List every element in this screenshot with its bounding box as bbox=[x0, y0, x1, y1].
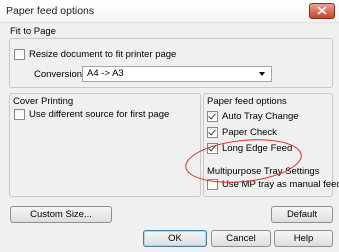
fit-to-page-label: Fit to Page bbox=[10, 26, 56, 37]
resize-document-check[interactable] bbox=[14, 49, 25, 60]
help-button[interactable]: Help bbox=[274, 230, 333, 247]
ok-button[interactable]: OK bbox=[143, 230, 207, 247]
paper-check-check[interactable] bbox=[207, 127, 218, 138]
conversion-label: Conversion: bbox=[34, 69, 85, 80]
auto-tray-change-checkbox[interactable]: Auto Tray Change bbox=[207, 111, 299, 122]
default-button[interactable]: Default bbox=[271, 206, 333, 223]
resize-document-label: Resize document to fit printer page bbox=[29, 49, 177, 60]
conversion-value: A4 -> A3 bbox=[87, 68, 124, 79]
different-source-label: Use different source for first page bbox=[29, 109, 170, 120]
custom-size-button[interactable]: Custom Size... bbox=[10, 206, 112, 223]
auto-tray-change-check[interactable] bbox=[207, 111, 218, 122]
different-source-check[interactable] bbox=[14, 109, 25, 120]
cancel-button[interactable]: Cancel bbox=[211, 230, 271, 247]
cover-printing-label: Cover Printing bbox=[13, 96, 74, 107]
title-bar: Paper feed options bbox=[0, 0, 339, 23]
close-icon bbox=[317, 6, 327, 15]
close-button[interactable] bbox=[309, 3, 335, 19]
paper-check-checkbox[interactable]: Paper Check bbox=[207, 127, 277, 138]
paper-check-label: Paper Check bbox=[222, 127, 277, 138]
window-title: Paper feed options bbox=[6, 5, 95, 17]
conversion-select[interactable]: A4 -> A3 bbox=[82, 66, 272, 82]
auto-tray-change-label: Auto Tray Change bbox=[222, 111, 299, 122]
paper-feed-options-dialog: Paper feed options Fit to Page Resize do… bbox=[0, 0, 339, 252]
chevron-down-icon bbox=[259, 72, 265, 76]
resize-document-checkbox[interactable]: Resize document to fit printer page bbox=[14, 49, 176, 60]
different-source-checkbox[interactable]: Use different source for first page bbox=[14, 109, 169, 120]
paper-feed-label: Paper feed options bbox=[207, 96, 287, 107]
